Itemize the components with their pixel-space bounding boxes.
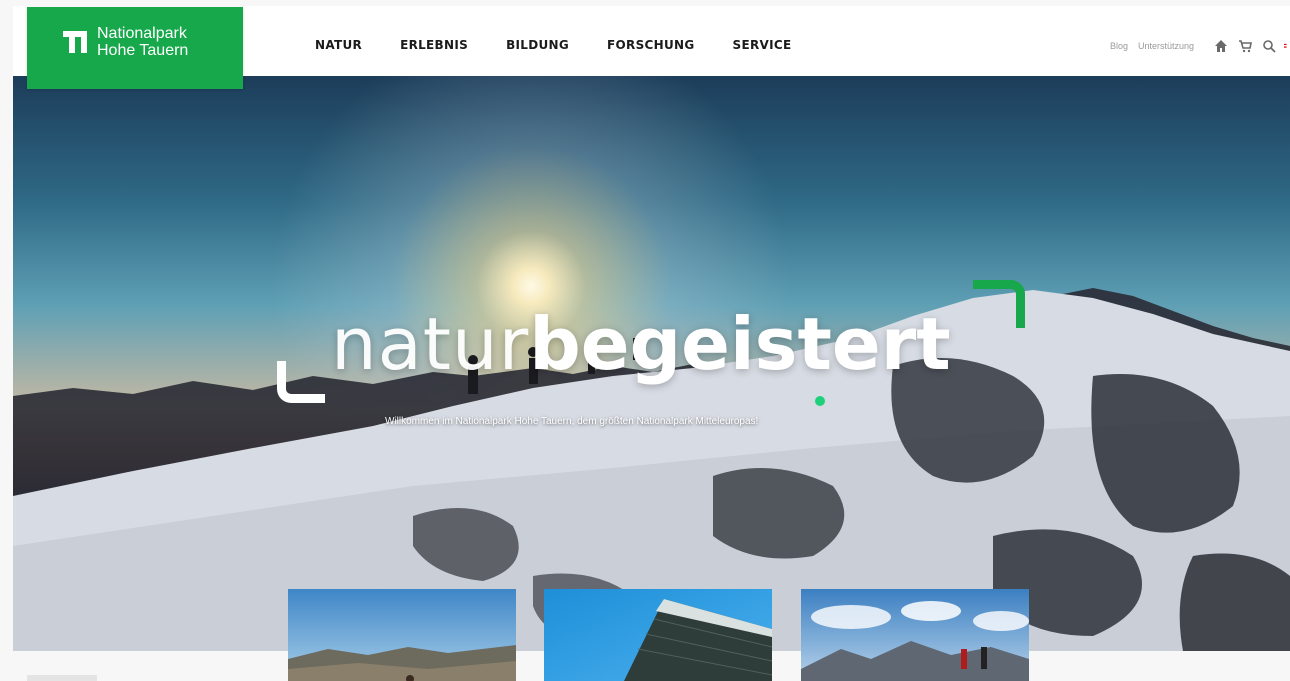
language-icon[interactable] <box>1284 39 1290 53</box>
logo-line-2: Hohe Tauern <box>97 42 189 59</box>
teaser-card-mountains[interactable] <box>801 589 1029 681</box>
nav-item-service[interactable]: SERVICE <box>733 38 792 52</box>
nav-item-bildung[interactable]: BILDUNG <box>506 38 569 52</box>
blog-link[interactable]: Blog <box>1110 41 1128 51</box>
headline-bold: begeistert <box>529 302 951 386</box>
nav-item-forschung[interactable]: FORSCHUNG <box>607 38 694 52</box>
hero-headline: naturbegeistert <box>331 304 951 384</box>
hero-bracket-left <box>277 361 325 403</box>
teaser-card-hikers[interactable] <box>288 589 516 681</box>
teaser-image-building <box>544 589 772 681</box>
home-icon[interactable] <box>1214 39 1228 53</box>
headline-light: natur <box>331 302 530 386</box>
hero-bracket-right <box>973 280 1025 328</box>
teaser-image-hikers <box>288 589 516 681</box>
footer-tab <box>27 675 97 681</box>
nav-item-natur[interactable]: NATUR <box>315 38 362 52</box>
teaser-card-building[interactable] <box>544 589 772 681</box>
nav-item-erlebnis[interactable]: ERLEBNIS <box>400 38 468 52</box>
logo-line-1: Nationalpark <box>97 25 187 42</box>
main-nav: NATUR ERLEBNIS BILDUNG FORSCHUNG SERVICE <box>315 38 791 52</box>
hero-tagline: Willkommen im Nationalpark Hohe Tauern, … <box>385 416 759 427</box>
teaser-image-mountains <box>801 589 1029 681</box>
logo-mark-icon <box>63 31 87 53</box>
utility-bar: Blog Unterstützung <box>1110 39 1290 53</box>
support-link[interactable]: Unterstützung <box>1138 41 1194 51</box>
hero-accent-dot <box>815 396 825 406</box>
hero-banner: naturbegeistert Willkommen im Nationalpa… <box>13 76 1290 651</box>
logo[interactable]: Nationalpark Hohe Tauern <box>27 7 243 89</box>
search-icon[interactable] <box>1262 39 1276 53</box>
logo-text: Nationalpark Hohe Tauern <box>97 25 188 59</box>
cart-icon[interactable] <box>1238 39 1252 53</box>
